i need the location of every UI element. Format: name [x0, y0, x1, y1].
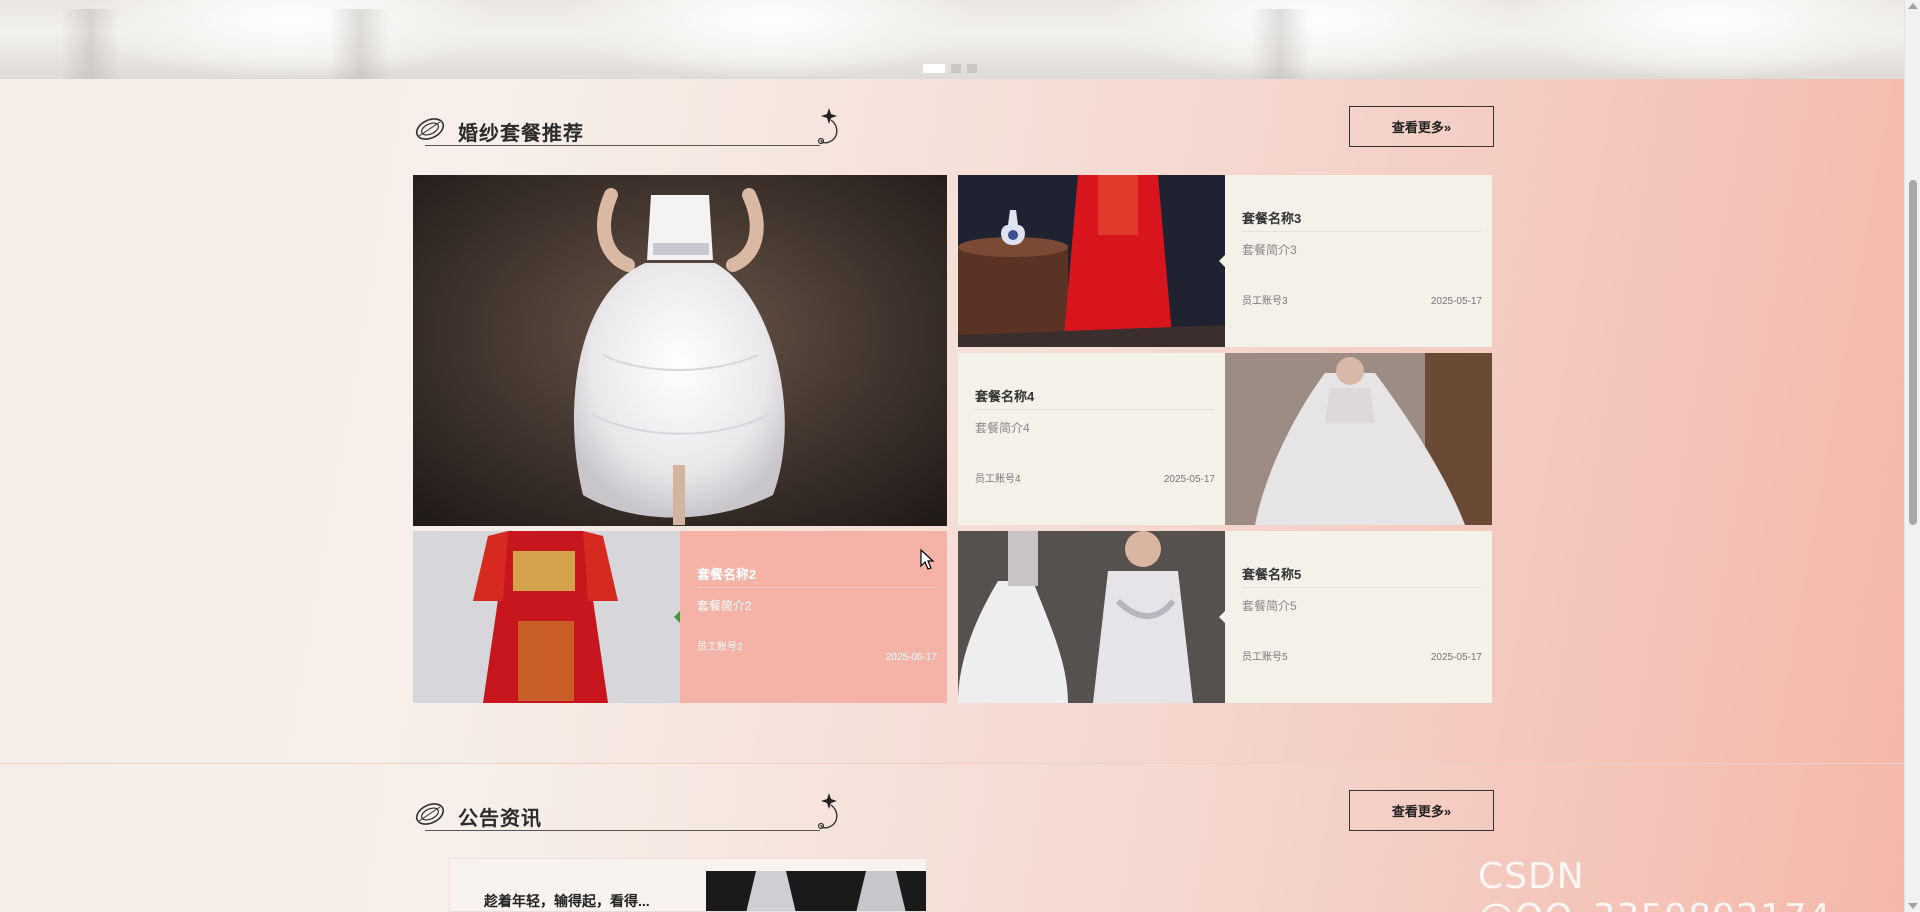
- banner-fold: [60, 9, 120, 79]
- scroll-down-arrow-icon[interactable]: [1908, 903, 1918, 909]
- hero-banner[interactable]: [0, 0, 1904, 79]
- news-section-header: 公告资讯: [413, 789, 841, 839]
- carousel-dot-1[interactable]: [923, 64, 945, 73]
- packages-section: [0, 79, 1904, 763]
- package-card-5[interactable]: 套餐名称5 套餐简介5 员工账号5 2025-05-17: [958, 531, 1492, 703]
- banner-image: [80, 0, 500, 79]
- banner-image-drape: [1100, 0, 1520, 79]
- package-info-4: 套餐名称4 套餐简介4 员工账号4 2025-05-17: [958, 353, 1231, 525]
- scroll-up-arrow-icon[interactable]: [1908, 3, 1918, 9]
- package-name[interactable]: 套餐名称3: [1242, 208, 1301, 227]
- package-intro: 套餐简介4: [975, 421, 1030, 435]
- banner-image-drape: [560, 0, 980, 79]
- scroll-thumb[interactable]: [1909, 180, 1917, 525]
- banner-image-drape: [1500, 0, 1904, 79]
- package-card-3[interactable]: 套餐名称3 套餐简介3 员工账号3 2025-05-17: [958, 175, 1492, 347]
- package-intro: 套餐简介2: [697, 599, 752, 613]
- title-underline: [425, 145, 820, 146]
- package-date: 2025-05-17: [1163, 474, 1215, 485]
- packages-section-header: 婚纱套餐推荐: [413, 104, 841, 154]
- packages-section-title: 婚纱套餐推荐: [458, 123, 584, 145]
- package-name[interactable]: 套餐名称5: [1242, 564, 1301, 583]
- carousel-dots: [923, 64, 977, 73]
- sparkle-icon: [817, 108, 838, 145]
- vertical-scrollbar[interactable]: [1904, 0, 1920, 912]
- news-item[interactable]: 趁着年轻，输得起，看得...: [449, 858, 927, 912]
- package-info-3: 套餐名称3 套餐简介3 员工账号3 2025-05-17: [1219, 175, 1492, 347]
- package-staff: 员工账号5: [1242, 652, 1288, 663]
- package-intro: 套餐简介5: [1242, 599, 1297, 613]
- ring-icon: [415, 118, 445, 140]
- mouse-cursor-icon: [920, 549, 935, 570]
- package-info-2: 套餐名称2 套餐简介2 员工账号2 2025-05-17: [674, 531, 947, 703]
- banner-fold: [1250, 9, 1310, 79]
- package-name[interactable]: 套餐名称2: [697, 564, 756, 583]
- news-section-title: 公告资讯: [458, 808, 542, 830]
- package-card-2[interactable]: 套餐名称2 套餐简介2 员工账号2 2025-05-17: [413, 531, 947, 703]
- package-image-3: [958, 175, 1225, 347]
- package-date: 2025-05-17: [1430, 652, 1482, 663]
- watermark: CSDN @QQ_3359892174: [1478, 856, 1831, 912]
- carousel-dot-2[interactable]: [951, 64, 961, 73]
- sparkle-icon: [817, 793, 838, 830]
- package-date: 2025-05-17: [885, 652, 937, 663]
- news-more-button[interactable]: 查看更多»: [1349, 790, 1494, 831]
- carousel-dot-3[interactable]: [967, 64, 977, 73]
- news-item-title[interactable]: 趁着年轻，输得起，看得...: [484, 891, 650, 911]
- package-date: 2025-05-17: [1430, 296, 1482, 307]
- package-name[interactable]: 套餐名称4: [975, 386, 1034, 405]
- package-staff: 员工账号3: [1242, 296, 1288, 307]
- package-image-2: [413, 531, 680, 703]
- news-item-image: [706, 871, 926, 911]
- package-staff: 员工账号2: [697, 642, 743, 653]
- packages-more-button[interactable]: 查看更多»: [1349, 106, 1494, 147]
- package-info-5: 套餐名称5 套餐简介5 员工账号5 2025-05-17: [1219, 531, 1492, 703]
- package-card-4[interactable]: 套餐名称4 套餐简介4 员工账号4 2025-05-17: [958, 353, 1492, 525]
- banner-fold: [330, 9, 390, 79]
- package-image-4: [1225, 353, 1492, 525]
- featured-package-image[interactable]: [413, 175, 947, 526]
- ring-icon: [415, 803, 445, 825]
- title-underline: [425, 830, 820, 831]
- package-staff: 员工账号4: [975, 474, 1021, 485]
- package-image-5: [958, 531, 1225, 703]
- package-intro: 套餐简介3: [1242, 243, 1297, 257]
